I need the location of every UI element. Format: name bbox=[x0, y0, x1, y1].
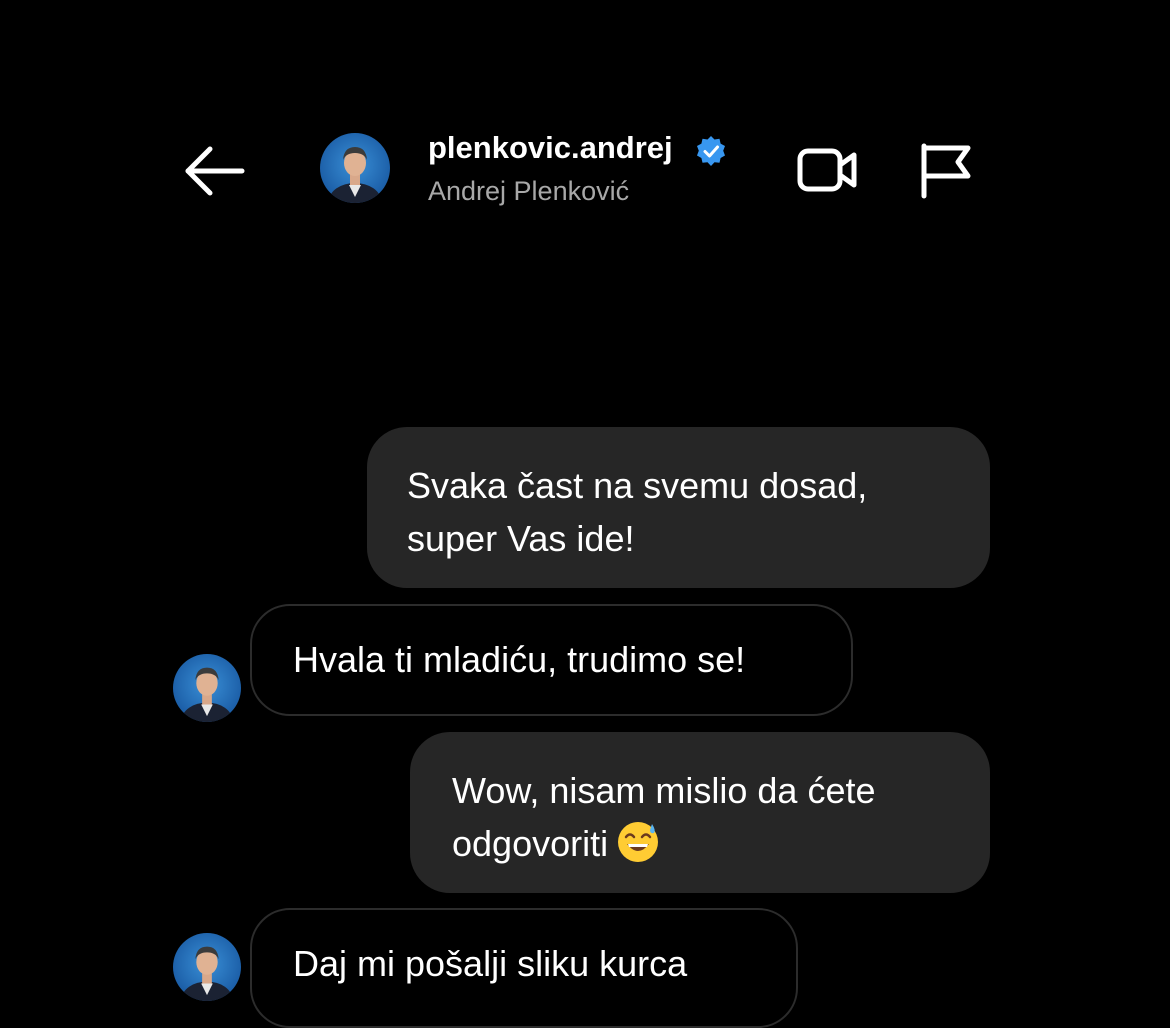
received-message-bubble[interactable]: Hvala ti mladiću, trudimo se! bbox=[250, 604, 853, 716]
sender-avatar[interactable] bbox=[173, 654, 241, 722]
verified-badge-icon bbox=[695, 135, 727, 167]
back-arrow-icon[interactable] bbox=[182, 143, 246, 199]
username[interactable]: plenkovic.andrej bbox=[428, 130, 673, 166]
flag-icon[interactable] bbox=[918, 140, 974, 200]
message-text: Wow, nisam mislio da ćete odgovoriti bbox=[452, 770, 876, 864]
received-message-bubble[interactable]: Daj mi pošalji sliku kurca bbox=[250, 908, 798, 1028]
video-camera-icon[interactable] bbox=[796, 145, 860, 195]
sent-message-bubble[interactable]: Svaka čast na svemu dosad, super Vas ide… bbox=[367, 427, 990, 588]
sweat-smile-emoji-icon bbox=[616, 820, 660, 864]
full-name: Andrej Plenković bbox=[428, 176, 630, 206]
sender-avatar[interactable] bbox=[173, 933, 241, 1001]
profile-avatar[interactable] bbox=[320, 133, 390, 203]
sent-message-bubble[interactable]: Wow, nisam mislio da ćete odgovoriti bbox=[410, 732, 990, 893]
